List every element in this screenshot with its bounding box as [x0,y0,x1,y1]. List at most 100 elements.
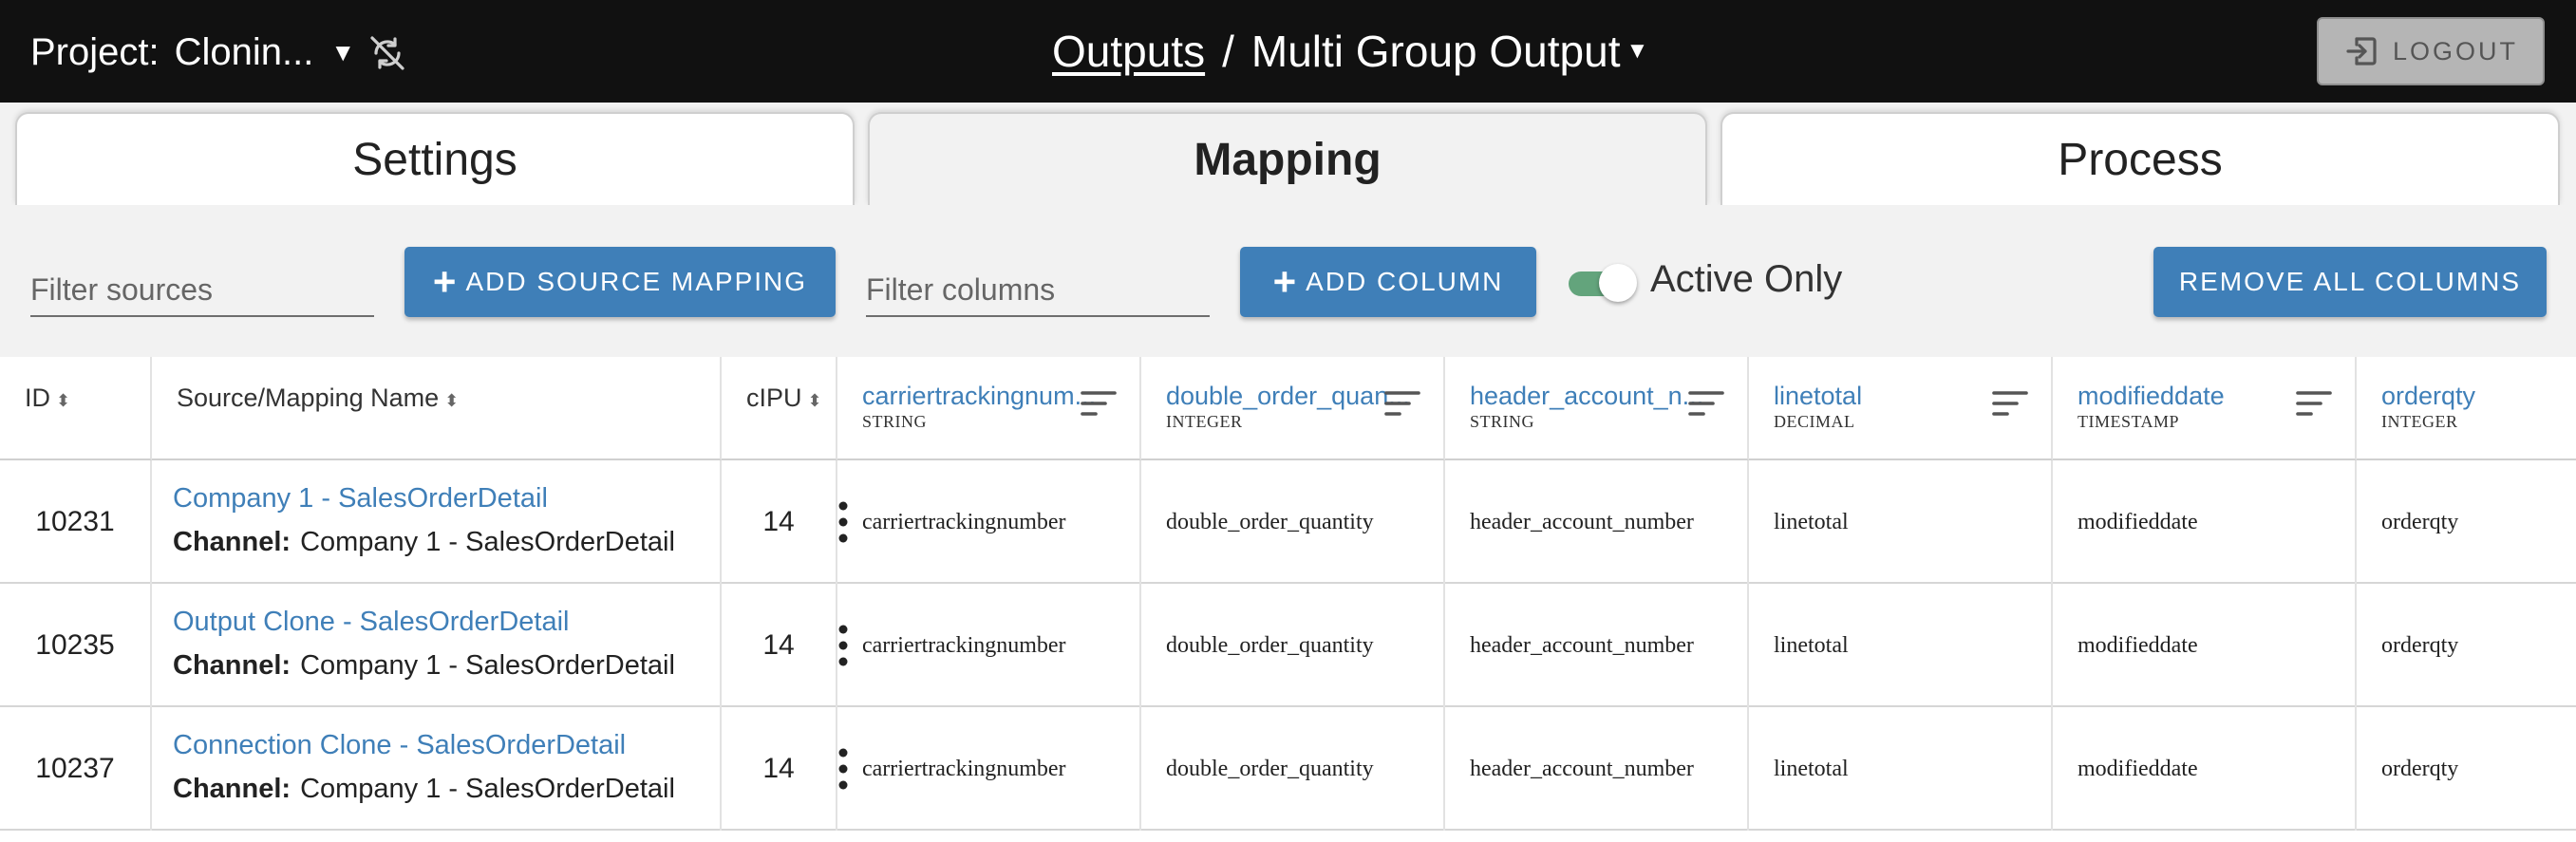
plus-icon: + [1272,259,1299,304]
channel-label: Channel: [173,774,291,804]
cipu-value: 14 [722,707,837,831]
plus-icon: + [432,259,459,304]
project-name: Clonin... [174,30,314,73]
mapping-cell[interactable]: double_order_quantity [1141,460,1445,584]
mapping-cell[interactable]: header_account_number [1445,460,1749,584]
filter-sources-input[interactable]: Filter sources [30,264,374,317]
table-row: 10231 Company 1 - SalesOrderDetail Chann… [0,460,2576,584]
sort-icon[interactable] [1992,389,2028,418]
mapping-cell[interactable]: carriertrackingnumber [837,584,1141,707]
add-column-button[interactable]: + ADD COLUMN [1240,247,1536,317]
mapping-cell[interactable]: carriertrackingnumber [837,707,1141,831]
source-cell: Connection Clone - SalesOrderDetail Chan… [152,707,848,831]
mapping-cell[interactable]: linetotal [1749,584,2053,707]
mapping-cell[interactable]: linetotal [1749,460,2053,584]
column-type: STRING [862,412,928,431]
sort-icon[interactable] [2296,389,2332,418]
tab-mapping[interactable]: Mapping [868,112,1707,205]
tab-process[interactable]: Process [1720,112,2560,205]
add-source-mapping-button[interactable]: + ADD SOURCE MAPPING [404,247,836,317]
column-header-double-order-quantity[interactable]: double_order_quan... INTEGER [1141,357,1445,460]
column-header-header-account-number[interactable]: header_account_n... STRING [1445,357,1749,460]
channel-value: Company 1 - SalesOrderDetail [300,774,675,804]
tab-mapping-label: Mapping [1194,134,1382,185]
column-header-carriertrackingnumber[interactable]: carriertrackingnum... STRING [837,357,1141,460]
channel-label: Channel: [173,527,291,557]
remove-all-columns-button[interactable]: REMOVE ALL COLUMNS [2153,247,2547,317]
column-header-cipu[interactable]: cIPU ⬍ [722,357,837,460]
toggle-knob [1599,264,1637,302]
sort-icon[interactable] [1081,389,1117,418]
mapping-cell[interactable]: double_order_quantity [1141,584,1445,707]
channel-text: Channel: Company 1 - SalesOrderDetail [173,650,675,682]
source-mapping-link[interactable]: Connection Clone - SalesOrderDetail [173,730,626,761]
mapping-cell[interactable]: header_account_number [1445,707,1749,831]
mapping-cell[interactable]: orderqty [2357,707,2576,831]
active-only-label: Active Only [1650,258,1843,300]
row-id: 10237 [0,707,152,831]
mapping-cell[interactable]: header_account_number [1445,584,1749,707]
project-label: Project: [30,30,160,73]
row-id: 10231 [0,460,152,584]
column-header-source[interactable]: Source/Mapping Name ⬍ [152,357,722,460]
breadcrumb-current-output[interactable]: Multi Group Output [1251,26,1621,77]
breadcrumb-outputs-link[interactable]: Outputs [1052,26,1205,77]
mapping-cell[interactable]: modifieddate [2053,707,2357,831]
sort-icon[interactable] [1384,389,1420,418]
channel-value: Company 1 - SalesOrderDetail [300,650,675,681]
column-type: INTEGER [1166,412,1243,431]
column-name[interactable]: carriertrackingnum... [862,382,1096,411]
column-name[interactable]: double_order_quan... [1166,382,1410,411]
mapping-cell[interactable]: modifieddate [2053,584,2357,707]
logout-button[interactable]: LOGOUT [2317,17,2545,85]
mapping-cell[interactable]: orderqty [2357,460,2576,584]
caret-down-icon: ▼ [330,37,356,66]
source-cell: Company 1 - SalesOrderDetail Channel: Com… [152,460,848,584]
channel-text: Channel: Company 1 - SalesOrderDetail [173,527,675,558]
column-type: TIMESTAMP [2078,412,2180,431]
column-header-linetotal[interactable]: linetotal DECIMAL [1749,357,2053,460]
filter-sources-placeholder: Filter sources [30,271,214,307]
active-only-toggle[interactable] [1565,264,1637,302]
filter-columns-placeholder: Filter columns [866,271,1056,307]
breadcrumb-separator: / [1222,27,1234,76]
source-mapping-link[interactable]: Output Clone - SalesOrderDetail [173,607,569,638]
source-cell: Output Clone - SalesOrderDetail Channel:… [152,584,848,707]
column-type: DECIMAL [1774,412,1855,431]
remove-all-columns-label: REMOVE ALL COLUMNS [2178,267,2522,296]
top-bar: Project: Clonin... ▼ Outputs / Multi Gro… [0,0,2576,103]
filter-columns-input[interactable]: Filter columns [866,264,1210,317]
column-type: STRING [1470,412,1535,431]
id-header-label: ID [25,384,50,412]
source-mapping-link[interactable]: Company 1 - SalesOrderDetail [173,483,548,515]
column-name[interactable]: header_account_n... [1470,382,1703,411]
mapping-cell[interactable]: modifieddate [2053,460,2357,584]
sort-icon[interactable] [1688,389,1724,418]
source-header-label: Source/Mapping Name [177,384,440,412]
sort-arrows-icon: ⬍ [56,391,71,410]
mapping-cell[interactable]: orderqty [2357,584,2576,707]
sort-arrows-icon: ⬍ [807,391,822,410]
column-name[interactable]: modifieddate [2078,382,2225,411]
logout-icon [2346,37,2377,65]
sort-arrows-icon: ⬍ [444,391,460,410]
tab-settings[interactable]: Settings [15,112,855,205]
column-header-orderqty[interactable]: orderqty INTEGER [2357,357,2576,460]
table-row: 10235 Output Clone - SalesOrderDetail Ch… [0,584,2576,707]
column-name[interactable]: linetotal [1774,382,1862,411]
add-source-mapping-label: ADD SOURCE MAPPING [465,267,808,296]
column-header-modifieddate[interactable]: modifieddate TIMESTAMP [2053,357,2357,460]
column-type: INTEGER [2381,412,2458,431]
sync-disabled-icon[interactable] [367,32,408,74]
channel-label: Channel: [173,650,291,681]
caret-down-icon[interactable]: ▼ [1626,38,1649,65]
project-selector[interactable]: Project: Clonin... ▼ [30,28,355,76]
mapping-cell[interactable]: double_order_quantity [1141,707,1445,831]
cipu-value: 14 [722,460,837,584]
column-header-id[interactable]: ID ⬍ [0,357,152,460]
mapping-cell[interactable]: carriertrackingnumber [837,460,1141,584]
table-row: 10237 Connection Clone - SalesOrderDetai… [0,707,2576,831]
column-name[interactable]: orderqty [2381,382,2475,411]
channel-text: Channel: Company 1 - SalesOrderDetail [173,774,675,805]
mapping-cell[interactable]: linetotal [1749,707,2053,831]
